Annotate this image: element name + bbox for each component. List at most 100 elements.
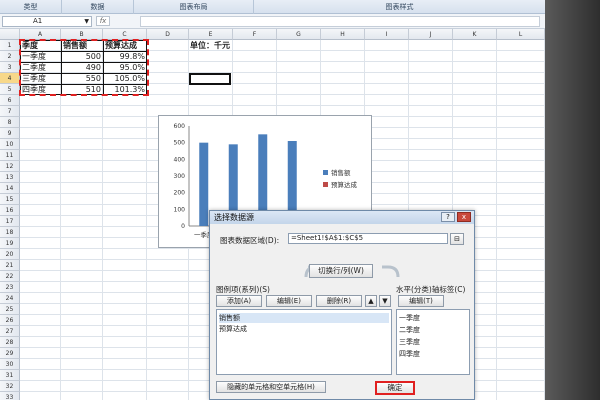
row-header[interactable]: 25 <box>0 304 20 315</box>
row-header[interactable]: 20 <box>0 249 20 260</box>
switch-row-column-button[interactable]: 切换行/列(W) <box>309 264 373 278</box>
data-range-highlight <box>19 39 149 96</box>
ribbon-group-data[interactable]: 数据 <box>62 0 134 14</box>
selected-cell[interactable] <box>189 73 231 85</box>
formula-bar: A1 ▼ fx <box>0 14 545 29</box>
row-header[interactable]: 4 <box>0 73 20 84</box>
column-header[interactable]: L <box>497 29 545 40</box>
column-header[interactable]: G <box>277 29 321 40</box>
row-header[interactable]: 32 <box>0 381 20 392</box>
legend-label: 预算达成 <box>331 180 358 189</box>
y-tick-label: 500 <box>174 140 186 147</box>
axis-labels-label: 水平(分类)轴标签(C) <box>396 285 466 294</box>
close-button[interactable]: x <box>457 212 471 222</box>
column-header[interactable]: J <box>409 29 453 40</box>
hidden-empty-cells-button[interactable]: 隐藏的单元格和空单元格(H) <box>216 381 326 393</box>
row-header[interactable]: 27 <box>0 326 20 337</box>
formula-input[interactable] <box>140 16 540 27</box>
row-header[interactable]: 28 <box>0 337 20 348</box>
row-header[interactable]: 8 <box>0 117 20 128</box>
row-header[interactable]: 16 <box>0 205 20 216</box>
row-header[interactable]: 9 <box>0 128 20 139</box>
y-tick-label: 300 <box>174 173 186 180</box>
axis-item: 一季度 <box>399 314 420 322</box>
row-header[interactable]: 31 <box>0 370 20 381</box>
range-input[interactable]: =Sheet1!$A$1:$C$5 <box>288 233 448 244</box>
row-header[interactable]: 10 <box>0 139 20 150</box>
y-tick-label: 0 <box>181 223 185 230</box>
row-header[interactable]: 7 <box>0 106 20 117</box>
name-box-value: A1 <box>33 17 43 25</box>
formula-controls: fx <box>96 15 136 27</box>
chevron-down-icon[interactable]: ▼ <box>84 17 89 26</box>
row-header[interactable]: 14 <box>0 183 20 194</box>
dialog-title-buttons: ? x <box>441 212 471 222</box>
axis-item: 三季度 <box>399 338 420 346</box>
ribbon-group-type[interactable]: 类型 <box>0 0 62 14</box>
row-header[interactable]: 19 <box>0 238 20 249</box>
row-header[interactable]: 29 <box>0 348 20 359</box>
y-tick-label: 600 <box>174 123 186 130</box>
y-tick-label: 400 <box>174 156 186 163</box>
column-header[interactable]: H <box>321 29 365 40</box>
dark-side-panel <box>545 0 600 400</box>
row-header[interactable]: 18 <box>0 227 20 238</box>
row-header[interactable]: 23 <box>0 282 20 293</box>
row-header[interactable]: 15 <box>0 194 20 205</box>
row-header[interactable]: 13 <box>0 172 20 183</box>
dialog-title: 选择数据源 <box>214 213 254 222</box>
row-header[interactable]: 30 <box>0 359 20 370</box>
row-header[interactable]: 22 <box>0 271 20 282</box>
row-header[interactable]: 3 <box>0 62 20 73</box>
legend-label: 销售额 <box>331 168 351 177</box>
select-data-source-dialog: 选择数据源 ? x 图表数据区域(D): =Sheet1!$A$1:$C$5 ⊟… <box>209 210 475 400</box>
edit-series-button[interactable]: 编辑(E) <box>266 295 312 307</box>
row-header[interactable]: 17 <box>0 216 20 227</box>
dialog-titlebar: 选择数据源 ? x <box>210 211 474 224</box>
row-header[interactable]: 2 <box>0 51 20 62</box>
delete-series-button[interactable]: 删除(R) <box>316 295 362 307</box>
help-button[interactable]: ? <box>441 212 455 222</box>
row-header[interactable]: 5 <box>0 84 20 95</box>
series-list[interactable]: 销售额 预算达成 <box>216 309 392 375</box>
column-header[interactable]: F <box>233 29 277 40</box>
move-up-icon[interactable]: ▲ <box>365 295 377 307</box>
legend-swatch <box>323 170 328 175</box>
grid-line <box>20 105 545 106</box>
add-series-button[interactable]: 添加(A) <box>216 295 262 307</box>
row-header[interactable]: 12 <box>0 161 20 172</box>
column-header[interactable]: K <box>453 29 497 40</box>
y-tick-label: 200 <box>174 190 186 197</box>
row-header[interactable]: 21 <box>0 260 20 271</box>
column-header[interactable]: D <box>147 29 189 40</box>
row-header[interactable]: 26 <box>0 315 20 326</box>
y-tick-label: 100 <box>174 206 186 213</box>
axis-labels-list[interactable]: 一季度 二季度 三季度 四季度 <box>396 309 470 375</box>
legend-series-label: 图例项(系列)(S) <box>216 285 270 294</box>
axis-item: 四季度 <box>399 350 420 358</box>
row-header[interactable]: 6 <box>0 95 20 106</box>
row-header[interactable]: 24 <box>0 293 20 304</box>
row-header[interactable]: 33 <box>0 392 20 400</box>
unit-label[interactable]: 单位：千元 <box>190 40 250 51</box>
row-header[interactable]: 1 <box>0 40 20 51</box>
ok-button[interactable]: 确定 <box>375 381 415 395</box>
series-item[interactable]: 预算达成 <box>219 324 247 334</box>
axis-item: 二季度 <box>399 326 420 334</box>
bar-销售额 <box>199 142 209 226</box>
select-all-corner[interactable] <box>0 29 20 40</box>
series-item[interactable]: 销售额 <box>219 313 389 323</box>
column-header[interactable]: I <box>365 29 409 40</box>
column-header[interactable]: E <box>189 29 233 40</box>
ribbon-group-chart-layout[interactable]: 图表布局 <box>134 0 254 14</box>
name-box[interactable]: A1 ▼ <box>2 16 92 27</box>
ribbon: 类型 数据 图表布局 图表样式 <box>0 0 545 14</box>
collapse-dialog-icon[interactable]: ⊟ <box>450 233 464 245</box>
edit-axis-labels-button[interactable]: 编辑(T) <box>398 295 444 307</box>
legend-swatch <box>323 182 328 187</box>
row-header[interactable]: 11 <box>0 150 20 161</box>
ribbon-group-chart-style[interactable]: 图表样式 <box>254 0 545 14</box>
range-label: 图表数据区域(D): <box>220 236 280 245</box>
fx-icon[interactable]: fx <box>96 16 110 26</box>
move-down-icon[interactable]: ▼ <box>379 295 391 307</box>
